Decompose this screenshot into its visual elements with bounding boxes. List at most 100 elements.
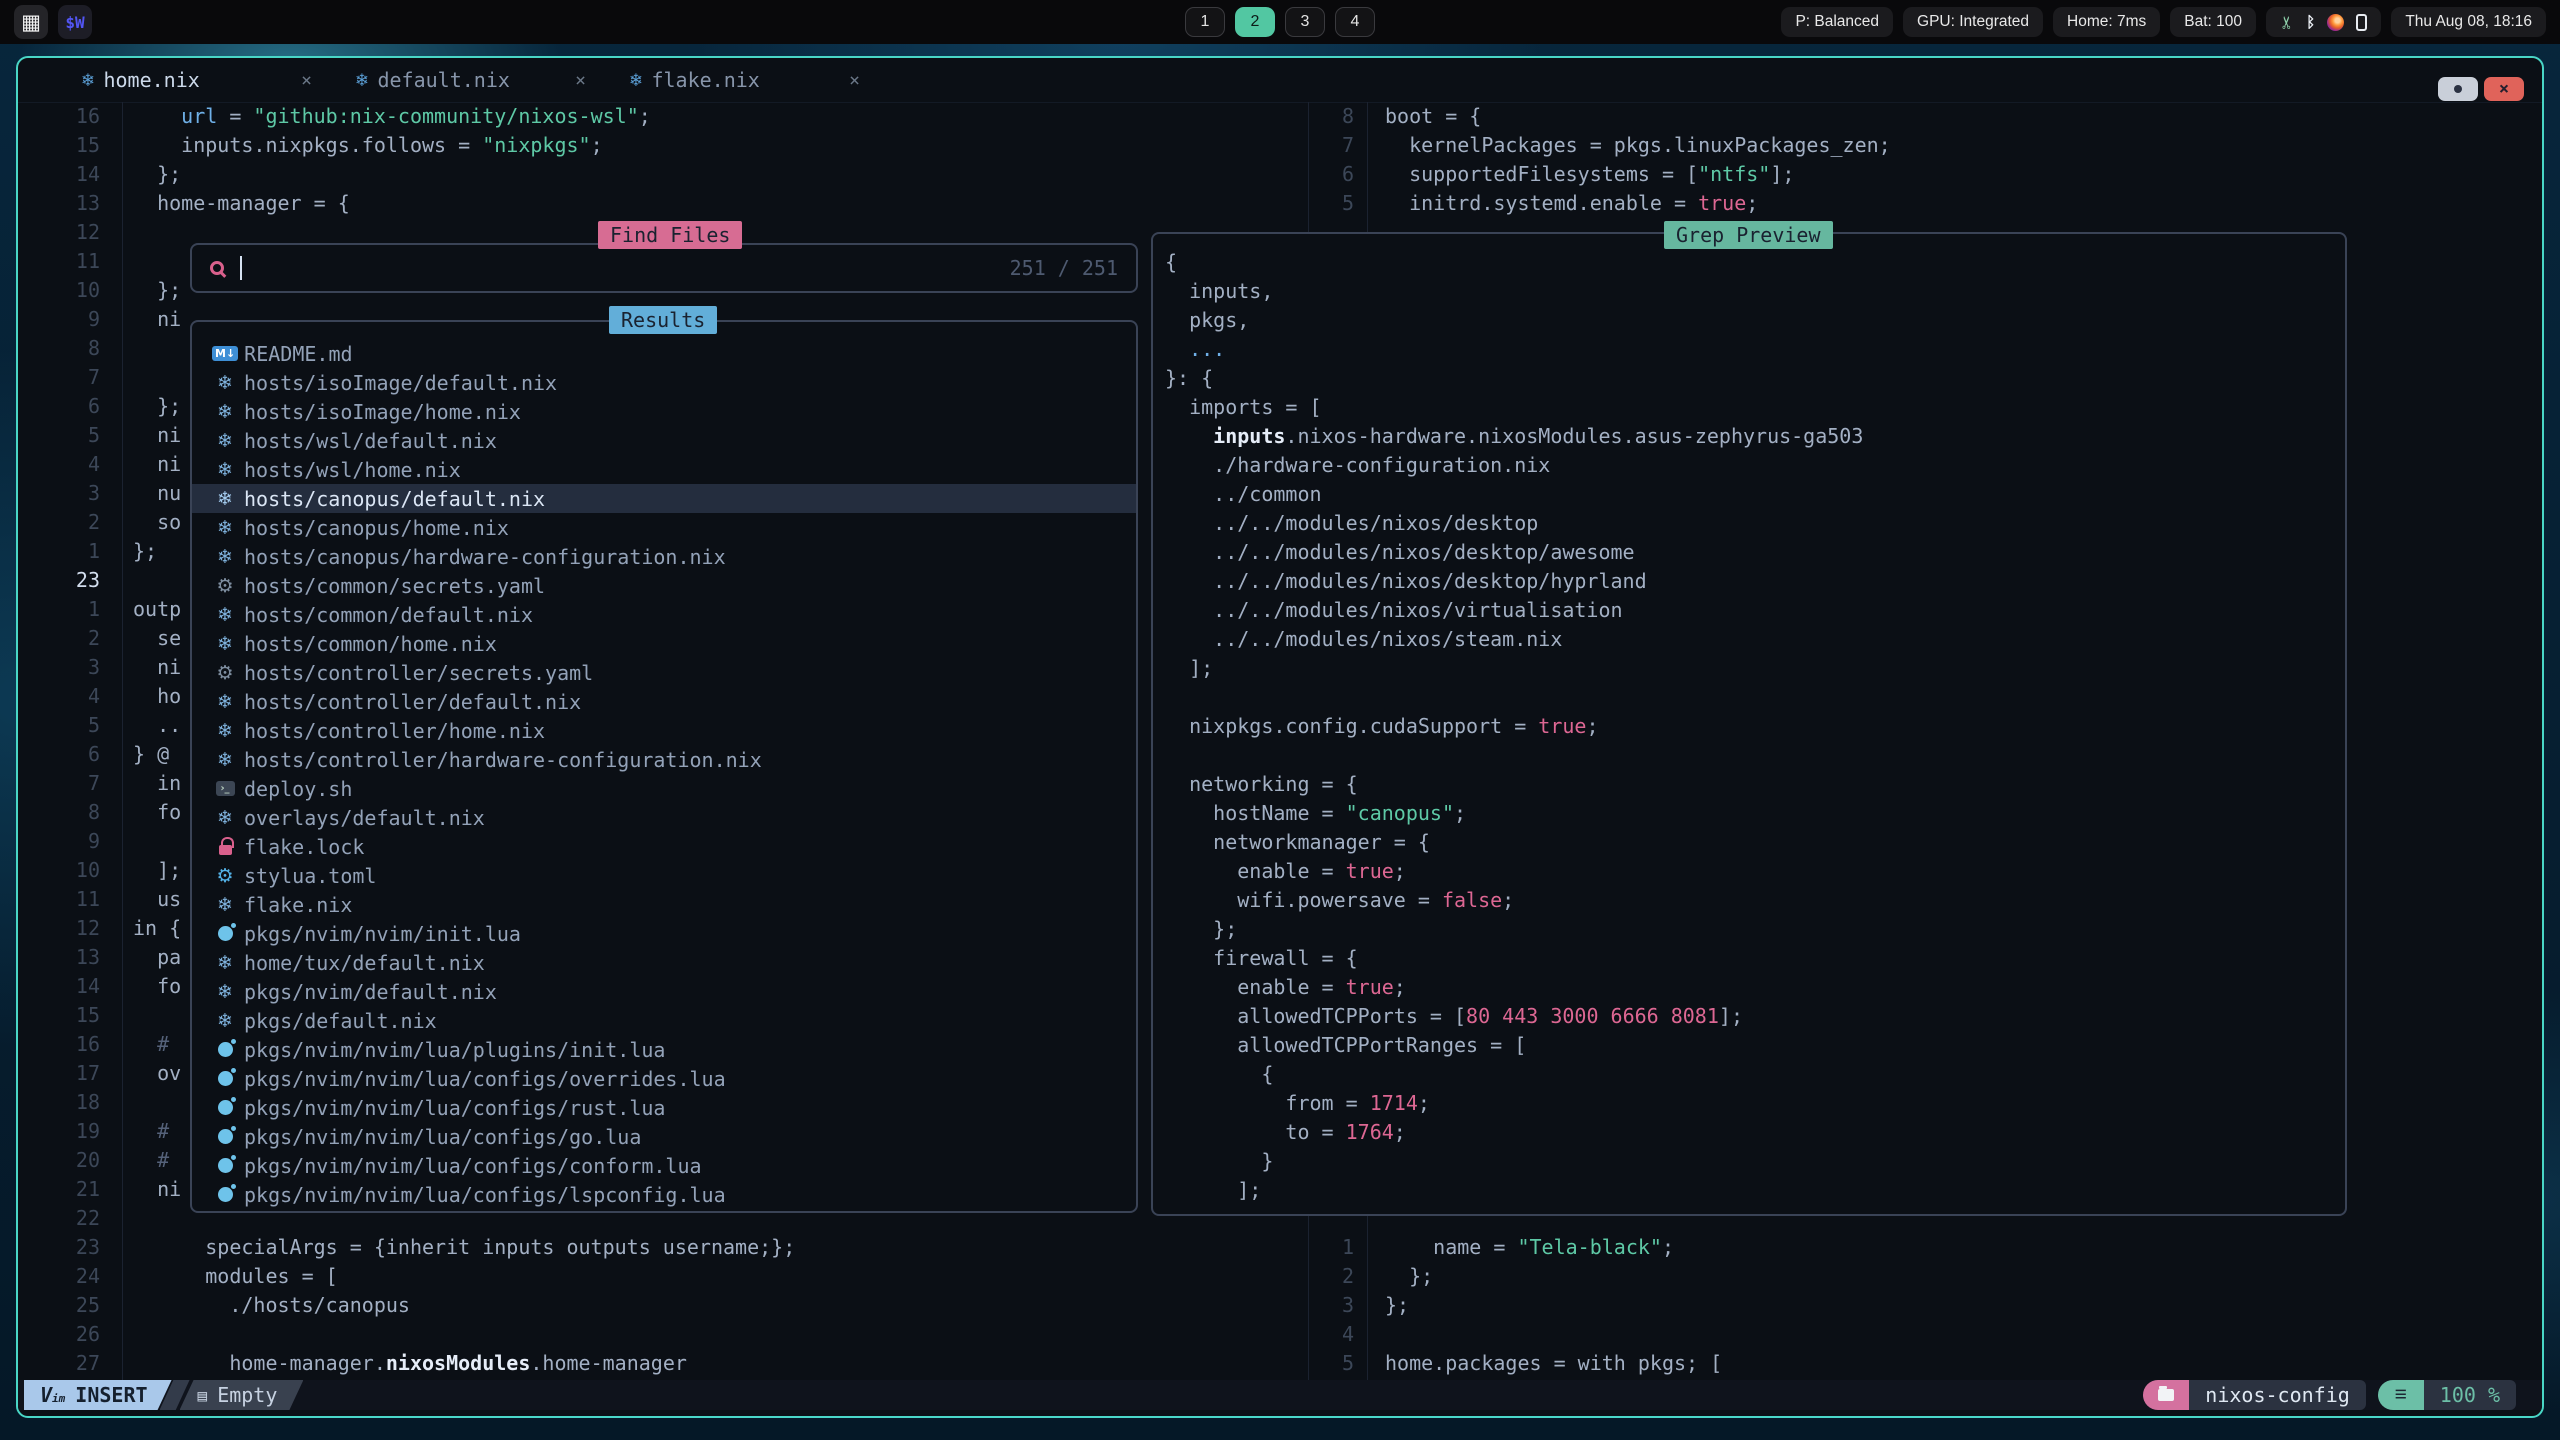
- workspace-button-4[interactable]: 4: [1335, 7, 1375, 37]
- result-item[interactable]: ›_deploy.sh: [192, 774, 1136, 803]
- result-path: hosts/wsl/home.nix: [244, 458, 461, 482]
- mode-text: INSERT: [75, 1383, 147, 1407]
- workspace-button-1[interactable]: 1: [1185, 7, 1225, 37]
- nix-file-icon: ❄: [212, 517, 238, 539]
- nix-file-icon: ❄: [212, 749, 238, 771]
- result-item[interactable]: ❄hosts/isoImage/default.nix: [192, 368, 1136, 397]
- phone-icon[interactable]: [2356, 14, 2367, 31]
- code-text: };: [133, 160, 181, 189]
- result-item[interactable]: ❄hosts/controller/default.nix: [192, 687, 1136, 716]
- lock-glyph: [219, 845, 232, 855]
- nix-file-icon: ❄: [212, 633, 238, 655]
- find-files-input[interactable]: 251 / 251: [190, 243, 1138, 293]
- result-item[interactable]: ⚙stylua.toml: [192, 861, 1136, 890]
- result-item[interactable]: ❄hosts/common/default.nix: [192, 600, 1136, 629]
- lua-moon-glyph: [218, 926, 233, 941]
- results-title: Results: [609, 306, 717, 334]
- line-number: 5: [1308, 189, 1354, 218]
- apps-launcher-button[interactable]: ▦: [14, 5, 48, 39]
- screenshot-icon[interactable]: ✂: [2279, 15, 2296, 29]
- result-item[interactable]: pkgs/nvim/nvim/lua/configs/conform.lua: [192, 1151, 1136, 1180]
- bluetooth-icon[interactable]: ᛒ: [2306, 15, 2315, 30]
- result-item[interactable]: ❄ hosts/wsl/default.nix: [192, 426, 1136, 455]
- file-icon: ▤: [198, 1386, 208, 1405]
- line-number: 27: [18, 1349, 100, 1378]
- tab-close-icon[interactable]: ×: [301, 70, 312, 91]
- clock-text: Thu Aug 08, 18:16: [2405, 13, 2532, 31]
- tab-flake.nix[interactable]: ❄flake.nix×: [630, 68, 860, 92]
- result-item[interactable]: ⚙hosts/common/secrets.yaml: [192, 571, 1136, 600]
- preview-line: allowedTCPPorts = [80 443 3000 6666 8081…: [1165, 1002, 2345, 1031]
- result-path: flake.nix: [244, 893, 352, 917]
- result-item[interactable]: ❄pkgs/default.nix: [192, 1006, 1136, 1035]
- nix-file-icon: ❄: [212, 372, 238, 394]
- status-pill: GPU: Integrated: [1903, 7, 2043, 37]
- topbar-right-cluster: P: BalancedGPU: IntegratedHome: 7msBat: …: [1781, 7, 2546, 37]
- preview-line: ];: [1165, 1176, 2345, 1205]
- firefox-icon[interactable]: [2327, 14, 2344, 31]
- result-item[interactable]: flake.lock: [192, 832, 1136, 861]
- nix-snowflake-icon: ❄: [82, 69, 93, 91]
- close-window-button[interactable]: ×: [2484, 77, 2524, 101]
- find-files-title: Find Files: [598, 221, 742, 249]
- preview-line: ./hardware-configuration.nix: [1165, 451, 2345, 480]
- tab-close-icon[interactable]: ×: [575, 70, 586, 91]
- tab-default.nix[interactable]: ❄default.nix×: [356, 68, 586, 92]
- workspace-button-2[interactable]: 2: [1235, 7, 1275, 37]
- vim-icon-suffix: im: [52, 1392, 65, 1405]
- result-item[interactable]: pkgs/nvim/nvim/lua/configs/overrides.lua: [192, 1064, 1136, 1093]
- result-item[interactable]: ❄hosts/controller/hardware-configuration…: [192, 745, 1136, 774]
- tab-home.nix[interactable]: ❄home.nix×: [82, 68, 312, 92]
- result-item[interactable]: ❄hosts/canopus/hardware-configuration.ni…: [192, 542, 1136, 571]
- line-number: 19: [18, 1117, 100, 1146]
- code-text: ni: [133, 421, 181, 450]
- pin-window-button[interactable]: [2438, 77, 2478, 101]
- result-item[interactable]: ❄hosts/isoImage/home.nix: [192, 397, 1136, 426]
- result-item[interactable]: ❄hosts/wsl/home.nix: [192, 455, 1136, 484]
- nix-file-icon: ❄: [212, 546, 238, 568]
- snowflake-glyph: ❄: [217, 430, 233, 452]
- code-text: ov: [133, 1059, 181, 1088]
- result-item[interactable]: ❄overlays/default.nix: [192, 803, 1136, 832]
- result-item[interactable]: ⚙hosts/controller/secrets.yaml: [192, 658, 1136, 687]
- code-text: #: [133, 1030, 169, 1059]
- result-item[interactable]: pkgs/nvim/nvim/lua/configs/rust.lua: [192, 1093, 1136, 1122]
- code-text: ./hosts/canopus: [133, 1291, 410, 1320]
- preview-line: }: [1165, 1147, 2345, 1176]
- result-item[interactable]: M↓README.md: [192, 339, 1136, 368]
- code-text: fo: [133, 972, 181, 1001]
- result-item[interactable]: ❄home/tux/default.nix: [192, 948, 1136, 977]
- line-number: 17: [18, 1059, 100, 1088]
- result-item[interactable]: pkgs/nvim/nvim/lua/configs/lspconfig.lua: [192, 1180, 1136, 1209]
- result-path: hosts/canopus/default.nix: [244, 487, 545, 511]
- code-text: ni: [133, 1175, 181, 1204]
- tab-close-icon[interactable]: ×: [849, 70, 860, 91]
- result-item[interactable]: ❄hosts/controller/home.nix: [192, 716, 1136, 745]
- lua-file-icon: [212, 1071, 238, 1086]
- result-item[interactable]: ❄pkgs/nvim/default.nix: [192, 977, 1136, 1006]
- code-row: 27 home-manager.nixosModules.home-manage…: [18, 1349, 1308, 1378]
- results-list[interactable]: M↓README.md❄hosts/isoImage/default.nix❄h…: [190, 320, 1138, 1213]
- snowflake-glyph: ❄: [217, 633, 233, 655]
- result-item[interactable]: ❄hosts/common/home.nix: [192, 629, 1136, 658]
- snowflake-glyph: ❄: [217, 749, 233, 771]
- editor-window: ❄home.nix×❄default.nix×❄flake.nix× × 16 …: [16, 56, 2544, 1418]
- result-item[interactable]: ❄hosts/canopus/home.nix: [192, 513, 1136, 542]
- code-row: 1 name = "Tela-black";: [1308, 1233, 2540, 1262]
- line-number: 5: [18, 421, 100, 450]
- preview-line: enable = true;: [1165, 973, 2345, 1002]
- line-number: 6: [18, 740, 100, 769]
- tab-label: default.nix: [377, 68, 509, 92]
- result-item[interactable]: ❄flake.nix: [192, 890, 1136, 919]
- result-path: hosts/wsl/default.nix: [244, 429, 497, 453]
- preview-line: inputs,: [1165, 277, 2345, 306]
- preview-line: }: {: [1165, 364, 2345, 393]
- result-item[interactable]: ❄hosts/canopus/default.nix: [192, 484, 1136, 513]
- workspace-button-3[interactable]: 3: [1285, 7, 1325, 37]
- clock[interactable]: Thu Aug 08, 18:16: [2391, 7, 2546, 37]
- line-number: 15: [18, 1001, 100, 1030]
- result-item[interactable]: pkgs/nvim/nvim/init.lua: [192, 919, 1136, 948]
- result-item[interactable]: pkgs/nvim/nvim/lua/plugins/init.lua: [192, 1035, 1136, 1064]
- logo-button[interactable]: $W: [58, 5, 92, 39]
- result-item[interactable]: pkgs/nvim/nvim/lua/configs/go.lua: [192, 1122, 1136, 1151]
